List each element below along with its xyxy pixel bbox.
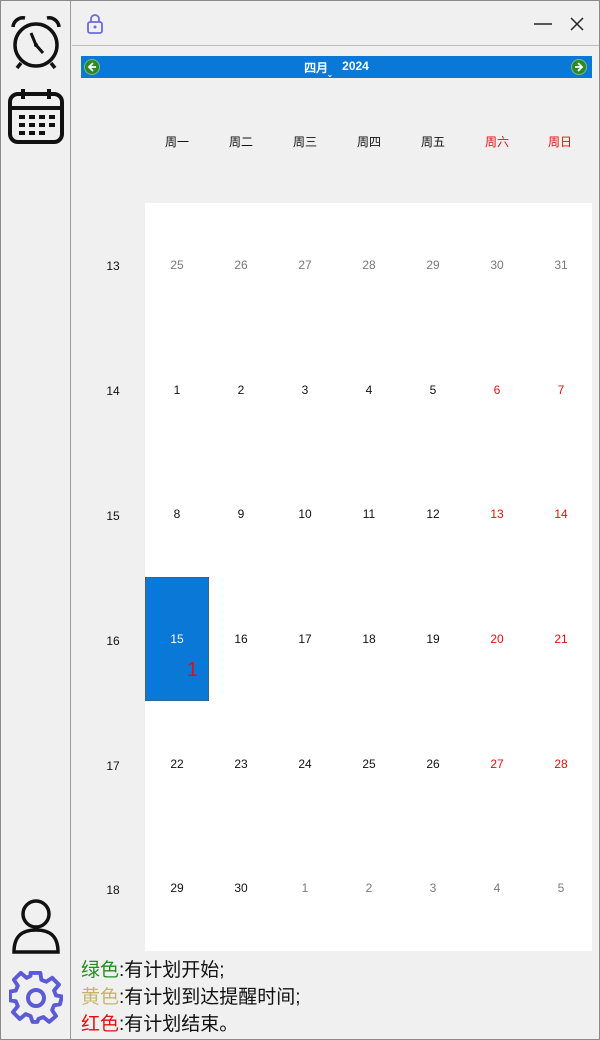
weekday-label: 周日 (547, 135, 572, 149)
day-cell[interactable]: 1 (273, 826, 337, 951)
day-grid: 25 26 27 28 29 30 31 1 2 3 4 5 6 7 8 9 10 11 12 13 14 15 1 16 17… (145, 203, 592, 951)
sidebar (1, 1, 71, 1039)
weekday-label: 周三 (292, 135, 317, 149)
weekday-label: 周二 (228, 135, 253, 149)
user-icon (12, 899, 60, 954)
user-button[interactable] (5, 895, 67, 957)
settings-button[interactable] (5, 967, 67, 1029)
calendar-header: 四月 ⌄ 2024 (81, 56, 592, 79)
legend-red-label: 红色 (81, 1014, 120, 1035)
weekday-label: 周五 (420, 135, 445, 149)
arrow-right-icon (575, 62, 584, 72)
lock-icon (87, 14, 103, 34)
day-cell[interactable]: 27 (465, 701, 529, 826)
month-text: 四月 (304, 60, 329, 75)
day-cell[interactable]: 1 (145, 328, 209, 453)
alarm-clock-icon (11, 16, 61, 70)
day-cell[interactable]: 9 (209, 452, 273, 577)
day-cell[interactable]: 10 (273, 452, 337, 577)
day-cell[interactable]: 16 (209, 577, 273, 702)
legend-row-green: 绿色:有计划开始; (81, 957, 301, 984)
week-number: 15 (106, 509, 120, 523)
minimize-button[interactable] (526, 7, 560, 41)
legend-yellow-text: :有计划到达提醒时间; (119, 987, 301, 1008)
next-month-button[interactable] (571, 59, 587, 75)
day-cell[interactable]: 31 (529, 203, 593, 328)
day-cell[interactable]: 26 (209, 203, 273, 328)
legend-yellow-label: 黄色 (81, 987, 120, 1008)
day-cell[interactable]: 20 (465, 577, 529, 702)
close-icon (570, 17, 584, 31)
weekday-label: 周四 (356, 135, 381, 149)
day-cell-selected[interactable]: 15 1 (145, 576, 209, 702)
day-cell[interactable]: 5 (401, 328, 465, 453)
calendar-icon (8, 89, 64, 144)
day-cell[interactable]: 30 (209, 826, 273, 951)
close-button[interactable] (560, 7, 594, 41)
day-cell[interactable]: 30 (465, 203, 529, 328)
day-cell[interactable]: 24 (273, 701, 337, 826)
day-cell[interactable]: 5 (529, 826, 593, 951)
day-cell[interactable]: 21 (529, 577, 593, 702)
day-cell[interactable]: 14 (529, 452, 593, 577)
app-window: 四月 ⌄ 2024 周一 周二 周三 周四 周五 周六 周日 13 14 15 1… (0, 0, 600, 1040)
day-cell[interactable]: 11 (337, 452, 401, 577)
day-cell[interactable]: 7 (529, 328, 593, 453)
day-cell[interactable]: 4 (465, 826, 529, 951)
week-number: 14 (106, 384, 120, 398)
minimize-icon (534, 23, 552, 25)
day-cell[interactable]: 26 (401, 701, 465, 826)
day-cell[interactable]: 25 (337, 701, 401, 826)
day-cell[interactable]: 3 (401, 826, 465, 951)
day-cell[interactable]: 3 (273, 328, 337, 453)
day-number: 15 (170, 632, 184, 647)
day-cell[interactable]: 6 (465, 328, 529, 453)
day-cell[interactable]: 28 (529, 701, 593, 826)
legend-red-text: :有计划结束。 (119, 1014, 239, 1035)
day-cell[interactable]: 19 (401, 577, 465, 702)
legend-row-red: 红色:有计划结束。 (81, 1011, 301, 1038)
weekday-label: 周六 (484, 135, 509, 149)
month-year-title[interactable]: 四月 ⌄ 2024 (304, 59, 369, 79)
legend-green-text: :有计划开始; (119, 960, 225, 981)
arrow-left-icon (87, 62, 96, 72)
calendar-button[interactable] (5, 85, 67, 147)
weekday-header: 周一 周二 周三 周四 周五 周六 周日 (81, 79, 592, 203)
day-cell[interactable]: 29 (401, 203, 465, 328)
day-cell[interactable]: 28 (337, 203, 401, 328)
day-cell[interactable]: 18 (337, 577, 401, 702)
week-number: 16 (106, 634, 120, 648)
legend-green-label: 绿色 (81, 960, 120, 981)
day-cell[interactable]: 17 (273, 577, 337, 702)
year-label[interactable]: 2024 (342, 59, 369, 76)
day-cell[interactable]: 8 (145, 452, 209, 577)
day-cell[interactable]: 22 (145, 701, 209, 826)
week-number: 17 (106, 759, 120, 773)
day-cell[interactable]: 27 (273, 203, 337, 328)
legend-row-yellow: 黄色:有计划到达提醒时间; (81, 984, 301, 1011)
day-cell[interactable]: 2 (209, 328, 273, 453)
day-cell[interactable]: 25 (145, 203, 209, 328)
day-cell[interactable]: 13 (465, 452, 529, 577)
previous-month-button[interactable] (84, 59, 100, 75)
weekday-label: 周一 (164, 135, 189, 149)
day-cell[interactable]: 23 (209, 701, 273, 826)
chevron-down-icon: ⌄ (326, 69, 334, 79)
plan-count-badge: 1 (186, 659, 198, 682)
week-number: 18 (106, 883, 120, 897)
title-bar (72, 1, 599, 46)
legend: 绿色:有计划开始; 黄色:有计划到达提醒时间; 红色:有计划结束。 (81, 957, 301, 1038)
week-number: 13 (106, 259, 120, 273)
week-number-column: 13 14 15 16 17 18 (81, 203, 145, 951)
day-cell[interactable]: 4 (337, 328, 401, 453)
day-cell[interactable]: 29 (145, 826, 209, 951)
alarm-button[interactable] (5, 11, 67, 73)
day-cell[interactable]: 12 (401, 452, 465, 577)
settings-gear-icon (9, 971, 63, 1024)
day-cell[interactable]: 2 (337, 826, 401, 951)
lock-button[interactable] (86, 14, 104, 34)
month-label[interactable]: 四月 ⌄ (304, 59, 333, 79)
